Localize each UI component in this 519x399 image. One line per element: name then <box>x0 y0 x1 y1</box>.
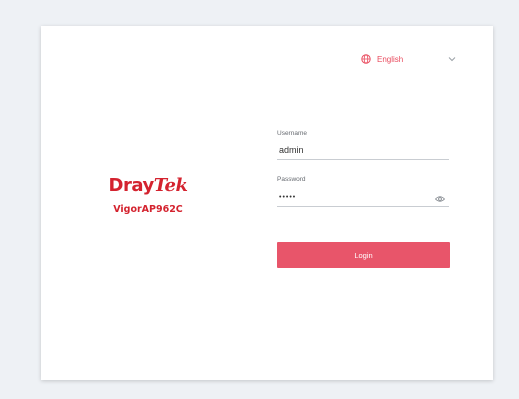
device-model: VigorAP962C <box>113 204 183 215</box>
username-input[interactable] <box>277 141 449 160</box>
language-selector[interactable]: English <box>361 50 457 68</box>
username-field-group: Username <box>277 130 449 160</box>
draytek-logo: DrayTek <box>93 175 203 196</box>
password-input[interactable] <box>277 189 449 207</box>
logo-dray-text: Dray <box>108 175 155 196</box>
globe-icon <box>361 54 371 64</box>
login-button[interactable]: Login <box>277 242 450 268</box>
password-label: Password <box>277 176 306 183</box>
brand-block: DrayTek VigorAP962C <box>93 175 203 215</box>
login-card: English DrayTek VigorAP962C Username Pas… <box>41 26 493 380</box>
logo-tek-text: Tek <box>153 175 188 196</box>
password-field-group: Password <box>277 176 449 207</box>
eye-icon[interactable] <box>435 195 445 203</box>
language-label: English <box>377 54 404 64</box>
username-label: Username <box>277 130 307 137</box>
chevron-down-icon[interactable] <box>447 54 457 64</box>
